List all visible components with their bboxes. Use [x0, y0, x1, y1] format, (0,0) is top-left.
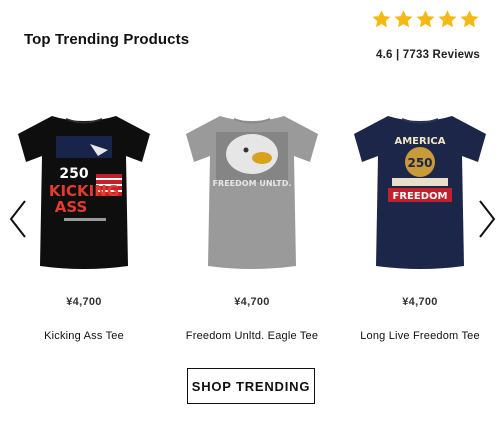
review-count[interactable]: 4.6 | 7733 Reviews: [371, 49, 480, 61]
product-price: ¥4,700: [234, 296, 270, 308]
print-line: AMERICA: [394, 136, 445, 147]
print-number: 250: [59, 166, 88, 182]
shop-trending-button[interactable]: SHOP TRENDING: [187, 368, 315, 404]
star-icon: [460, 10, 479, 28]
product-card-image[interactable]: 250 KICKING ASS: [0, 110, 168, 272]
tshirt-image: FREEDOM UNLTD.: [186, 116, 318, 269]
product-name-link[interactable]: Kicking Ass Tee: [0, 330, 168, 342]
tshirt-image: AMERICA 250 FREEDOM: [354, 116, 486, 269]
product-price: ¥4,700: [402, 296, 438, 308]
star-icon: [438, 10, 457, 28]
star-icon: [372, 10, 391, 28]
star-icon: [416, 10, 435, 28]
section-title: Top Trending Products: [24, 31, 190, 48]
star-icon: [394, 10, 413, 28]
print-line: FREEDOM UNLTD.: [213, 179, 292, 188]
product-name-link[interactable]: Freedom Unltd. Eagle Tee: [168, 330, 336, 342]
print-line: ASS: [55, 198, 88, 216]
print-line: FREEDOM: [393, 191, 448, 202]
tshirt-image: 250 KICKING ASS: [18, 116, 150, 269]
product-price: ¥4,700: [66, 296, 102, 308]
chevron-right-icon[interactable]: [476, 197, 498, 241]
print-number: 250: [407, 156, 432, 170]
star-rating: [371, 9, 480, 30]
product-card-image[interactable]: AMERICA 250 FREEDOM: [336, 110, 504, 272]
product-name-link[interactable]: Long Live Freedom Tee: [336, 330, 504, 342]
product-card-image[interactable]: FREEDOM UNLTD.: [168, 110, 336, 272]
rating-summary[interactable]: 4.6 | 7733 Reviews: [371, 9, 480, 61]
